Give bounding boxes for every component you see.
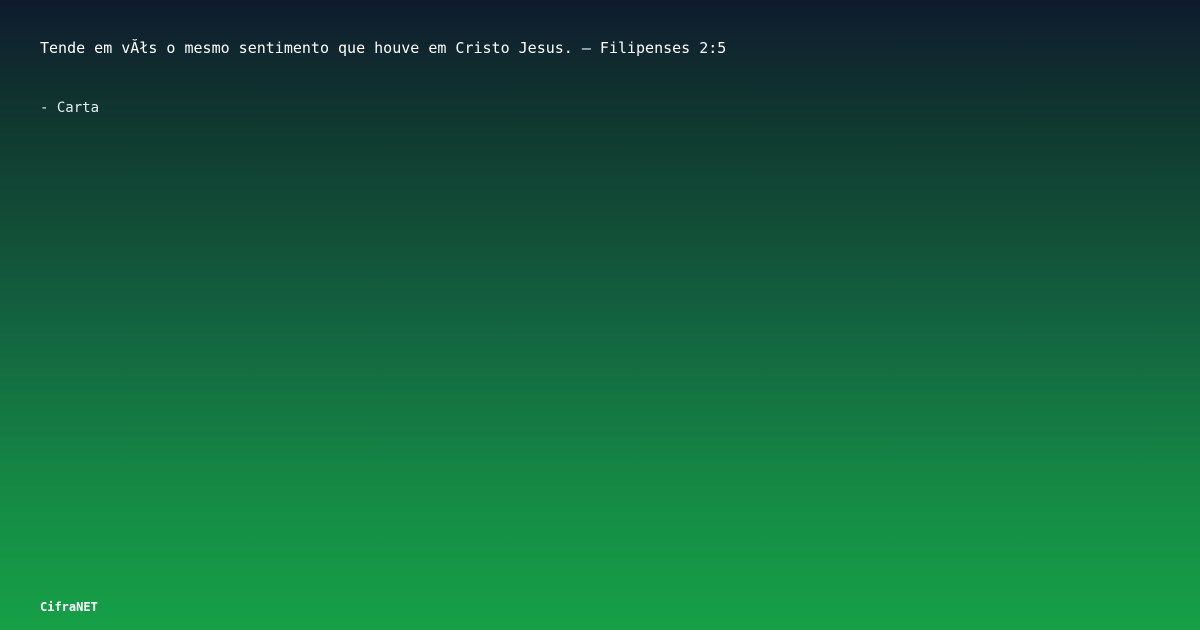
quote-text: Tende em vĂłs o mesmo sentimento que hou… bbox=[40, 39, 727, 57]
share-card: { "card": { "quote": "Tende em vĂłs o me… bbox=[0, 0, 1200, 630]
brand-logo-text: CifraNET bbox=[40, 600, 98, 614]
quote-source: - Carta bbox=[40, 100, 100, 116]
